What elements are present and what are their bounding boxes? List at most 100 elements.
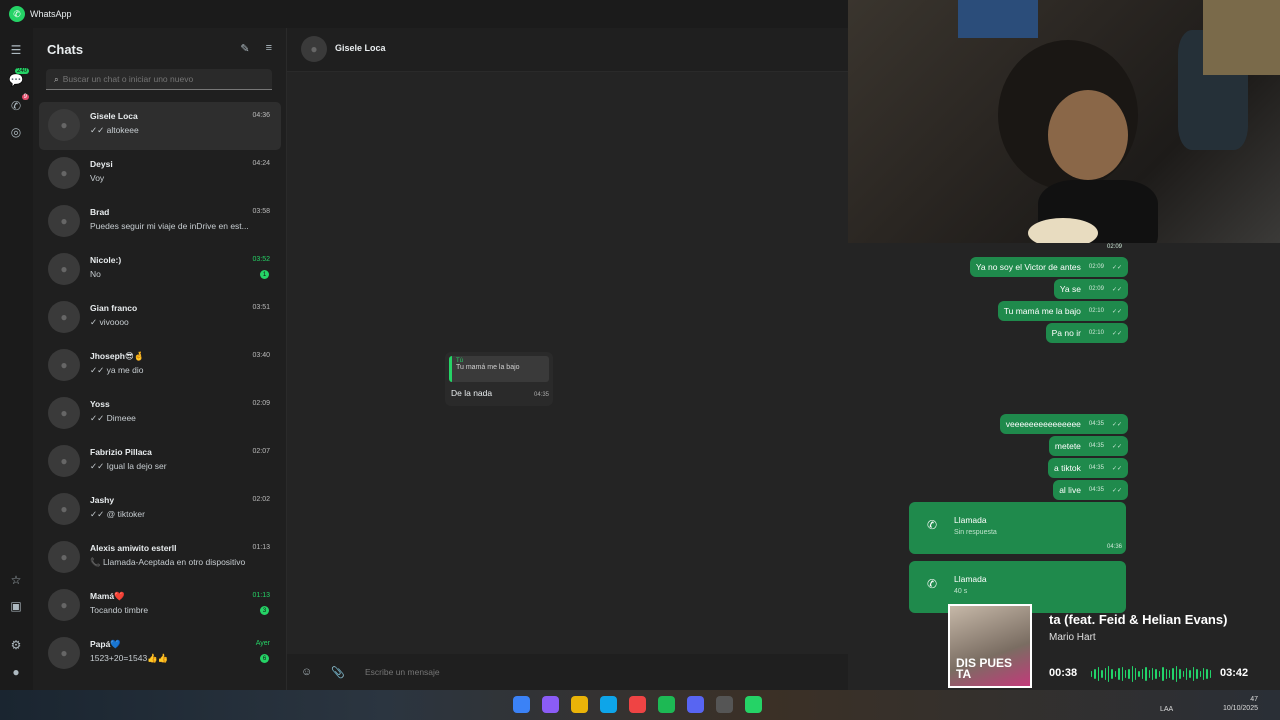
outgoing-message[interactable]: metete 04:35 ✓✓ (1048, 436, 1128, 456)
outgoing-message[interactable]: Ya no soy el Victor de antes 02:09 ✓✓ (969, 257, 1128, 277)
chat-preview: ✓✓ altokeee (90, 125, 139, 135)
filter-icon[interactable]: ≡ (266, 42, 272, 55)
chat-list-item[interactable]: ● Gisele Loca ✓✓ altokeee 04:36 (39, 102, 281, 150)
edge-icon[interactable] (600, 696, 617, 713)
attach-icon[interactable]: 📎 (331, 666, 347, 679)
tray-date: 10/10/2025 (1222, 705, 1258, 712)
calls-icon[interactable]: ✆ 9 (8, 94, 29, 114)
outgoing-message[interactable]: al live 04:35 ✓✓ (1053, 480, 1128, 500)
emoji-icon[interactable]: ☺ (301, 666, 317, 678)
chat-list-item[interactable]: ● Mamá❤️ Tocando timbre 01:13 3 (39, 582, 281, 630)
incoming-message[interactable]: Tú Tu mamá me la bajo De la nada 04:35 (445, 352, 553, 406)
chat-list: ● Gisele Loca ✓✓ altokeee 04:36 ● Deysi Voy 04:… (39, 102, 281, 678)
system-tray[interactable]: 47 10/10/2025 (1223, 695, 1258, 713)
chat-avatar: ● (48, 205, 80, 237)
contact-name[interactable]: Gisele Loca (335, 43, 386, 53)
outgoing-message[interactable]: Pa no ir 02:10 ✓✓ (1045, 323, 1128, 343)
chat-list-item[interactable]: ● Papá💙 1523+20=1543👍👍 Ayer 6 (39, 630, 281, 678)
chat-list-item[interactable]: ● Nicole:) No 03:52 1 (39, 246, 281, 294)
waveform-bar (1124, 670, 1127, 678)
chat-preview: 📞 Llamada-Aceptada en otro dispositivo (90, 557, 246, 567)
chat-list-item[interactable]: ● Gian franco ✓ vivoooo 03:51 (39, 294, 281, 342)
message-input[interactable] (365, 667, 765, 677)
outgoing-message[interactable]: Ya se 02:09 ✓✓ (1053, 279, 1128, 299)
file-explorer-icon[interactable] (571, 696, 588, 713)
chat-list-item[interactable]: ● Brad Puedes seguir mi viaje de inDrive e… (39, 198, 281, 246)
copilot-icon[interactable] (542, 696, 559, 713)
search-input[interactable] (62, 74, 263, 84)
waveform-bar (1145, 667, 1147, 681)
waveform-bar (1158, 671, 1161, 677)
chat-avatar: ● (48, 301, 80, 333)
chat-preview: No (90, 269, 101, 279)
message-time: 02:10 (1088, 330, 1104, 336)
outgoing-message[interactable]: veeeeeeeeeeeeeee 04:35 ✓✓ (999, 414, 1128, 434)
waveform-bar (1155, 669, 1157, 679)
outgoing-message[interactable]: Tu mamá me la bajo 02:10 ✓✓ (997, 301, 1128, 321)
starred-icon[interactable]: ☆ (8, 572, 24, 588)
search-box[interactable]: ⌕ (46, 69, 272, 90)
message-time: 04:35 (1088, 443, 1104, 449)
waveform-bar (1121, 667, 1123, 681)
message-text: Pa no ir (1051, 328, 1081, 338)
whatsapp-taskbar-icon[interactable] (745, 696, 762, 713)
chat-list-item[interactable]: ● Deysi Voy 04:24 (39, 150, 281, 198)
new-chat-icon[interactable]: ✎ (240, 42, 249, 55)
waveform-bar (1094, 669, 1096, 679)
waveform-bar (1118, 668, 1120, 680)
chat-preview: Puedes seguir mi viaje de inDrive en est… (90, 221, 249, 231)
music-player-overlay: DIS PUES TA ta (feat. Feid & Helian Evan… (946, 602, 1280, 699)
contact-avatar[interactable]: ● (301, 36, 327, 62)
chats-heading: Chats (47, 42, 84, 57)
phone-icon: ✆ (927, 577, 938, 591)
waveform-bar (1209, 670, 1212, 678)
whatsapp-logo-icon: ✆ (9, 6, 25, 22)
read-receipt-icon: ✓✓ (1111, 286, 1122, 293)
waveform-bar (1152, 668, 1154, 680)
chat-time: 04:24 (252, 160, 270, 167)
chat-name: Mamá❤️ (90, 591, 125, 601)
waveform-bar (1097, 667, 1100, 681)
discord-icon[interactable] (687, 696, 704, 713)
call-message[interactable]: ✆ Llamada Sin respuesta 04:36 (909, 502, 1126, 554)
chat-list-item[interactable]: ● Fabrizio Pillaca ✓✓ Igual la dejo ser 02:… (39, 438, 281, 486)
chat-list-panel: Chats ✎ ≡ ⌕ ● Gisele Loca ✓✓ altokeee 04:36… (33, 28, 286, 690)
message-time: 04:35 (533, 392, 549, 398)
chat-avatar: ● (48, 541, 80, 573)
app-title: WhatsApp (30, 9, 72, 19)
spotify-icon[interactable] (658, 696, 675, 713)
read-receipt-icon: ✓✓ (1111, 421, 1122, 428)
message-time: 02:10 (1088, 308, 1104, 314)
chrome-icon[interactable] (629, 696, 646, 713)
message-time: 02:09 (1088, 264, 1104, 270)
chat-list-item[interactable]: ● Jhoseph😎🤞 ✓✓ ya me dio 03:40 (39, 342, 281, 390)
obs-icon[interactable] (716, 696, 733, 713)
chat-avatar: ● (48, 397, 80, 429)
profile-avatar[interactable]: ● (8, 664, 24, 680)
chat-avatar: ● (48, 493, 80, 525)
status-icon[interactable]: ◎ (8, 124, 24, 140)
unread-badge: 1 (260, 270, 269, 279)
quoted-message[interactable]: Tú Tu mamá me la bajo (449, 356, 549, 382)
total-time: 03:42 (1220, 667, 1249, 679)
chat-avatar: ● (48, 637, 80, 669)
message-text: veeeeeeeeeeeeeee (1005, 419, 1081, 429)
chat-list-item[interactable]: ● Alexis amiwito esterll 📞 Llamada-Aceptad… (39, 534, 281, 582)
song-artist: Mario Hart (1049, 632, 1096, 643)
chat-list-item[interactable]: ● Yoss ✓✓ Dimeee 02:09 (39, 390, 281, 438)
outgoing-message[interactable]: a tiktok 04:35 ✓✓ (1047, 458, 1128, 478)
chat-list-item[interactable]: ● Jashy ✓✓ @ tiktoker 02:02 (39, 486, 281, 534)
menu-icon[interactable]: ☰ (8, 42, 24, 58)
settings-icon[interactable]: ⚙ (8, 637, 24, 653)
conversation-header[interactable]: ● Gisele Loca (287, 28, 848, 72)
chats-icon[interactable]: 💬 240 (8, 68, 29, 88)
chat-name: Deysi (90, 159, 113, 169)
chat-time: 03:40 (252, 352, 270, 359)
input-language[interactable]: LAA (1160, 706, 1173, 713)
cover-text: DIS PUES TA (956, 656, 1013, 681)
top-timestamp-text: 02:09 (1106, 244, 1122, 250)
archive-icon[interactable]: ▣ (8, 598, 24, 614)
start-icon[interactable] (513, 696, 530, 713)
call-status: 40 s (954, 588, 968, 595)
waveform-bar (1101, 670, 1103, 678)
